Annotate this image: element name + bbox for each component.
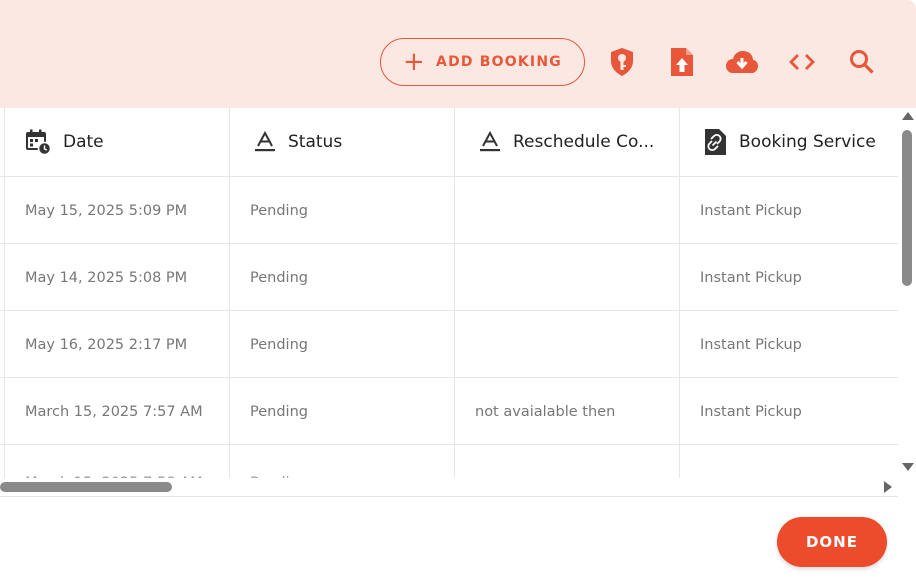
- calendar-clock-icon: [25, 129, 51, 155]
- table-row[interactable]: March 15, 2025 7:57 AM Pending not avaia…: [0, 378, 898, 445]
- cell-status: Pending: [250, 336, 308, 353]
- horizontal-scrollbar[interactable]: [0, 478, 898, 497]
- cell-booking-service: Instant Pickup: [700, 269, 802, 286]
- column-header-booking-service[interactable]: Booking Service: [703, 108, 898, 176]
- column-header-status[interactable]: Status: [254, 108, 450, 176]
- column-header-date-label: Date: [63, 132, 104, 152]
- scroll-down-arrow-icon[interactable]: [902, 463, 914, 471]
- cell-status: Pending: [250, 269, 308, 286]
- cell-status: Pending: [250, 403, 308, 420]
- table-row[interactable]: March 15, 2025 7:58 AM Pending: [0, 445, 898, 479]
- cell-reschedule: not avaialable then: [475, 403, 616, 420]
- column-header-status-label: Status: [288, 132, 343, 152]
- code-icon[interactable]: [787, 46, 817, 78]
- toolbar: + ADD BOOKING: [0, 0, 916, 108]
- cell-date: March 15, 2025 7:58 AM: [25, 449, 203, 479]
- column-header-booking-service-label: Booking Service: [739, 132, 876, 152]
- cell-booking-service: Instant Pickup: [700, 336, 802, 353]
- table-row[interactable]: May 14, 2025 5:08 PM Pending Instant Pic…: [0, 244, 898, 311]
- column-divider: [229, 108, 230, 478]
- column-divider: [4, 108, 5, 478]
- search-icon[interactable]: [847, 46, 877, 78]
- shield-key-icon[interactable]: [607, 46, 637, 78]
- add-booking-button[interactable]: + ADD BOOKING: [380, 38, 585, 86]
- add-booking-label: ADD BOOKING: [436, 54, 562, 70]
- text-format-icon: [479, 131, 501, 153]
- dialog-footer: DONE: [0, 497, 916, 584]
- done-button[interactable]: DONE: [777, 517, 887, 567]
- vertical-scrollbar[interactable]: [898, 108, 916, 478]
- plus-icon: +: [403, 47, 427, 77]
- cell-date: May 16, 2025 2:17 PM: [25, 336, 188, 353]
- cell-status: Pending: [250, 449, 308, 479]
- cell-booking-service: Instant Pickup: [700, 403, 802, 420]
- cell-date: May 15, 2025 5:09 PM: [25, 202, 188, 219]
- grid-header: Date Status Reschedule Co... Booking Ser…: [0, 108, 898, 177]
- column-divider: [454, 108, 455, 478]
- cell-booking-service: Instant Pickup: [700, 202, 802, 219]
- file-upload-icon[interactable]: [667, 46, 697, 78]
- column-header-date[interactable]: Date: [25, 108, 225, 176]
- scroll-up-arrow-icon[interactable]: [902, 112, 914, 120]
- bookings-grid: Date Status Reschedule Co... Booking Ser…: [0, 108, 898, 478]
- column-header-reschedule-label: Reschedule Co...: [513, 132, 655, 152]
- link-file-icon: [703, 128, 727, 156]
- vertical-scroll-thumb[interactable]: [902, 130, 912, 286]
- column-header-reschedule[interactable]: Reschedule Co...: [479, 108, 675, 176]
- cell-date: May 14, 2025 5:08 PM: [25, 269, 188, 286]
- scroll-right-arrow-icon[interactable]: [884, 481, 892, 493]
- cloud-download-icon[interactable]: [724, 46, 760, 78]
- horizontal-scroll-thumb[interactable]: [0, 482, 172, 492]
- table-row[interactable]: May 16, 2025 2:17 PM Pending Instant Pic…: [0, 311, 898, 378]
- cell-status: Pending: [250, 202, 308, 219]
- column-divider: [679, 108, 680, 478]
- cell-date: March 15, 2025 7:57 AM: [25, 403, 203, 420]
- table-row[interactable]: May 15, 2025 5:09 PM Pending Instant Pic…: [0, 177, 898, 244]
- text-format-icon: [254, 131, 276, 153]
